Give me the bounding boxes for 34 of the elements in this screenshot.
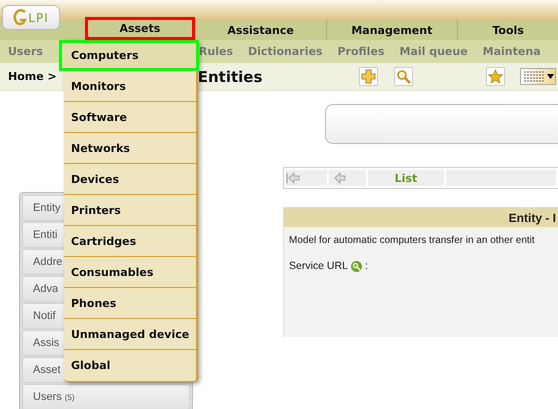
page-title: Entities [198,68,262,86]
first-record-button[interactable] [286,170,328,186]
left-arrow-icon [334,172,346,184]
plus-icon [361,69,376,84]
bookmark-button[interactable] [486,67,506,86]
menu-item[interactable]: Devices [64,164,196,195]
breadcrumb-home[interactable]: Home > [8,70,57,83]
main-menu-tab[interactable]: Assets [85,17,195,40]
panel-title: Entity - I [284,208,558,227]
menu-item[interactable]: Software [64,102,196,133]
previous-record-button[interactable] [329,170,366,186]
logo-text: LPI [28,10,49,24]
first-arrow-icon [286,172,300,184]
menu-item[interactable]: Networks [64,133,196,164]
field-label: Service URL [289,260,348,272]
magnifier-icon [350,260,362,272]
search-icon [396,69,412,84]
description-text: Model for automatic computers transfer in an other entit [289,235,536,246]
menu-item[interactable]: Printers [64,195,196,226]
menu-item[interactable]: Cartridges [64,226,196,257]
star-icon [488,69,504,84]
field-suffix: : [364,260,368,272]
menu-item[interactable]: Unmanaged device [64,319,196,350]
menu-item[interactable]: Consumables [64,257,196,288]
menu-item[interactable]: Computers [59,40,199,71]
list-icon [522,71,545,82]
caret-icon [547,74,554,79]
search-button[interactable] [394,67,414,86]
menu-item[interactable]: Monitors [64,71,196,102]
g-letter-icon [13,9,28,26]
menu-item[interactable]: Phones [64,288,196,319]
display-options-button[interactable] [520,68,556,85]
add-button[interactable] [359,67,378,86]
menu-item[interactable]: Global [64,350,196,380]
